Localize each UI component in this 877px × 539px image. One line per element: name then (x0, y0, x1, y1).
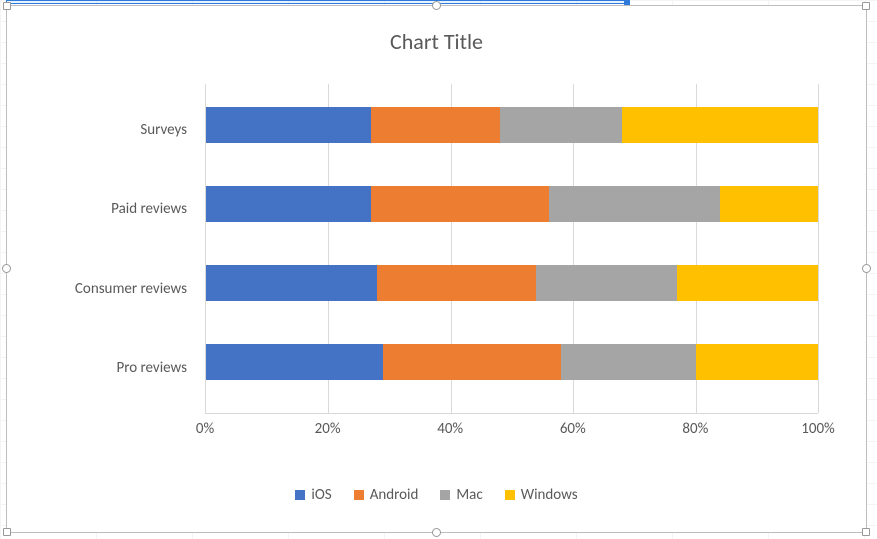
legend-swatch (354, 490, 364, 500)
bar-segment-mac[interactable] (549, 186, 720, 222)
resize-handle-bottom[interactable] (432, 528, 441, 537)
y-tick-label: Paid reviews (111, 200, 187, 218)
y-axis[interactable]: Surveys Paid reviews Consumer reviews Pr… (45, 84, 195, 414)
x-tick-label: 100% (801, 420, 835, 438)
bar-segment-ios[interactable] (206, 107, 371, 143)
bar-segment-ios[interactable] (206, 344, 383, 380)
legend-label: Windows (521, 486, 578, 504)
bar-segment-windows[interactable] (696, 344, 818, 380)
x-tick-label: 20% (315, 420, 341, 438)
chart-area[interactable]: Chart Title Surveys Paid reviews Consume… (15, 14, 858, 524)
cell-selection-marquee (6, 0, 628, 4)
legend-item-android[interactable]: Android (354, 486, 419, 504)
bar-segment-mac[interactable] (500, 107, 622, 143)
x-axis[interactable]: 0%20%40%60%80%100% (205, 414, 818, 442)
bar-segment-windows[interactable] (677, 265, 818, 301)
resize-handle-top-right[interactable] (862, 2, 870, 10)
bar-row[interactable] (206, 265, 818, 301)
legend-label: Android (370, 486, 419, 504)
bar-segment-windows[interactable] (622, 107, 818, 143)
resize-handle-top[interactable] (432, 1, 441, 10)
bar-segment-mac[interactable] (536, 265, 677, 301)
legend-item-ios[interactable]: iOS (295, 486, 331, 504)
bar-segment-ios[interactable] (206, 186, 371, 222)
bar-segment-android[interactable] (371, 186, 548, 222)
y-tick-label: Surveys (140, 121, 187, 139)
x-tick-label: 80% (682, 420, 708, 438)
legend-label: iOS (311, 486, 331, 504)
resize-handle-left[interactable] (2, 264, 11, 273)
resize-handle-bottom-left[interactable] (3, 528, 11, 536)
plot-area-wrap: Surveys Paid reviews Consumer reviews Pr… (45, 84, 828, 414)
legend-label: Mac (456, 486, 482, 504)
bar-row[interactable] (206, 107, 818, 143)
bar-segment-android[interactable] (377, 265, 536, 301)
y-tick-label: Pro reviews (116, 359, 187, 377)
resize-handle-right[interactable] (862, 264, 871, 273)
x-tick-label: 60% (560, 420, 586, 438)
chart-object[interactable]: Chart Title Surveys Paid reviews Consume… (6, 5, 867, 533)
resize-handle-top-left[interactable] (3, 2, 11, 10)
legend-item-mac[interactable]: Mac (440, 486, 482, 504)
y-tick-label: Consumer reviews (75, 280, 187, 298)
resize-handle-bottom-right[interactable] (862, 528, 870, 536)
legend-swatch (505, 490, 515, 500)
bar-segment-android[interactable] (383, 344, 560, 380)
x-tick-label: 40% (437, 420, 463, 438)
chart-title[interactable]: Chart Title (15, 14, 858, 65)
bar-row[interactable] (206, 344, 818, 380)
bar-segment-ios[interactable] (206, 265, 377, 301)
legend-item-windows[interactable]: Windows (505, 486, 578, 504)
bar-segment-windows[interactable] (720, 186, 818, 222)
legend-swatch (295, 490, 305, 500)
legend-swatch (440, 490, 450, 500)
gridline (818, 84, 819, 413)
legend[interactable]: iOS Android Mac Windows (15, 486, 858, 504)
plot-area[interactable] (205, 84, 818, 414)
bar-segment-mac[interactable] (561, 344, 696, 380)
bar-segment-android[interactable] (371, 107, 500, 143)
x-tick-label: 0% (196, 420, 214, 438)
bar-row[interactable] (206, 186, 818, 222)
